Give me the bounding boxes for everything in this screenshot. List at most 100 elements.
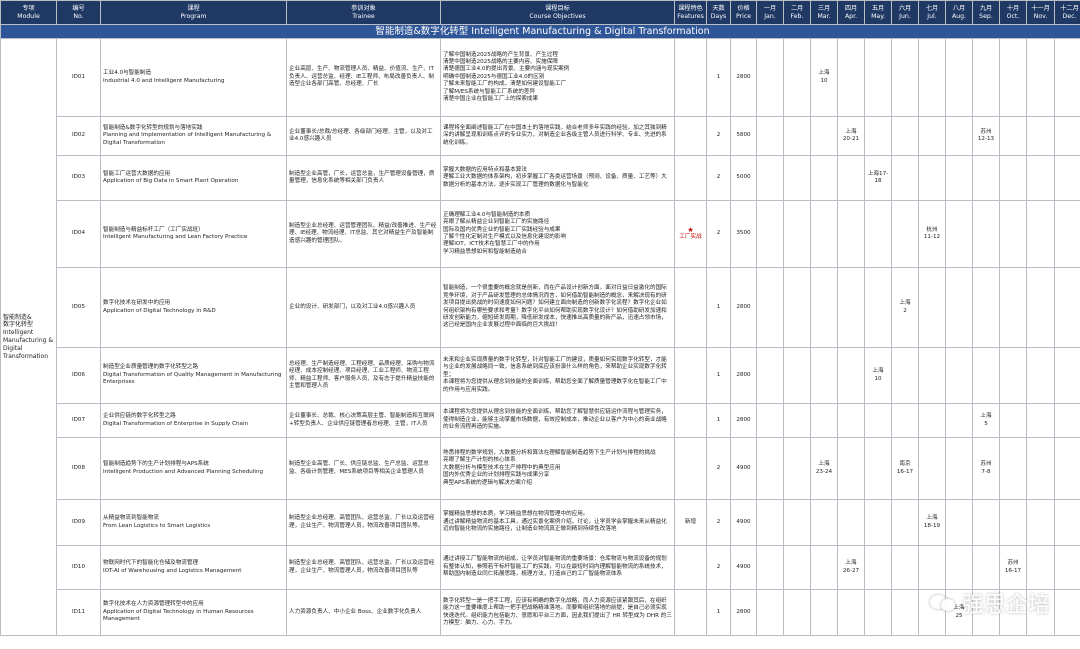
calendar-cell-jun [891, 545, 919, 590]
column-header-zh: 十月 [1006, 4, 1020, 12]
calendar-cell-feb [783, 403, 811, 438]
calendar-cell-jun [891, 116, 919, 156]
table-row: ID07 企业供应链的数字化转型之路 Digital Transformation … [1, 403, 1080, 438]
course-trainee: 制造型企业高管、厂长、供应链总监、生产总监、运营总监、各级计划管理、MES系统项… [286, 437, 441, 500]
program-name-en: Intelligent Production and Advanced Plan… [103, 468, 264, 475]
calendar-cell-nov [1026, 200, 1055, 268]
program-name-zh: 数字化技术在研发中的应用 [103, 300, 171, 307]
calendar-cell-jun [891, 403, 919, 438]
column-header: 编号 No. [56, 0, 101, 25]
objective-line: 数字化转型一是一把手工程，应该有明确的数字化战略，而人力资源应该紧跟其后，在组织… [443, 597, 672, 626]
table-row: ID03 智能工厂运营大数据的应用 Application of Big Data … [1, 155, 1080, 201]
calendar-cell-apr [837, 38, 865, 117]
session-city: 上海 [872, 368, 884, 375]
calendar-cell-apr [837, 437, 865, 500]
calendar-cell-jun [891, 38, 919, 117]
calendar-cell-dec [1054, 155, 1080, 201]
objective-line: 清楚中国企业在智能工厂上的探索成果 [443, 96, 539, 103]
program-name-zh: 工业4.0与智能制造 [103, 70, 152, 77]
column-header-zh: 八月 [952, 4, 966, 12]
column-header: 八月 Aug. [945, 0, 973, 25]
calendar-cell-mar [810, 545, 838, 590]
calendar-cell-dec [1054, 116, 1080, 156]
calendar-cell-sep: 上海 5 [972, 403, 1000, 438]
calendar-cell-jun [891, 200, 919, 268]
course-feature: ★ 工厂实战 [674, 200, 707, 268]
calendar-cell-oct [999, 267, 1027, 348]
program-name-zh: 智能制造与精益标杆工厂（工厂实战班） [103, 226, 204, 233]
course-trainee: 企业高层、生产、物流管理人员、精益、价值流、生产、IT负责人、运营总监、经理、I… [286, 38, 441, 117]
calendar-cell-jun: 上海 2 [891, 267, 919, 348]
session-city: 杭州 [926, 226, 938, 233]
course-price: 4900 [730, 499, 757, 546]
calendar-cell-apr: 上海 20-21 [837, 116, 865, 156]
calendar-cell-apr [837, 499, 865, 546]
calendar-cell-nov [1026, 499, 1055, 546]
table-row: ID05 数字化技术在研发中的应用 Application of Digital T… [1, 267, 1080, 348]
calendar-cell-apr [837, 200, 865, 268]
program-name-zh: 数字化技术在人力资源管理转型中的应用 [103, 601, 204, 608]
calendar-cell-nov [1026, 545, 1055, 590]
calendar-cell-aug [945, 437, 973, 500]
course-feature: 新增 [674, 499, 707, 546]
course-id: ID06 [56, 347, 101, 404]
calendar-cell-sep [972, 545, 1000, 590]
course-id: ID04 [56, 200, 101, 268]
objective-line: 本课程将为您提供从理念到技能的全面训练，帮助您了解智慧供应链运作流程与管理实务，… [443, 409, 667, 431]
program-name-en: Digital Transformation of Quality Manage… [103, 371, 282, 386]
column-header: 十月 Oct. [999, 0, 1027, 25]
session-city: 上海17- [867, 170, 889, 177]
objective-line: 亮眼了解从精益企业到智能工厂的实施路径 [443, 219, 550, 226]
table-row: ID11 数字化技术在人力资源管理转型中的应用 Application of Dig… [1, 589, 1080, 636]
course-price: 3500 [730, 200, 757, 268]
course-feature [674, 403, 707, 438]
course-days: 1 [706, 38, 731, 117]
calendar-cell-jun [891, 347, 919, 404]
course-price: 2800 [730, 347, 757, 404]
objective-line: 学习精益思想如何和智能制造结合 [443, 248, 527, 255]
column-header-en: Program [180, 12, 207, 20]
calendar-cell-feb [783, 38, 811, 117]
objective-line: 国内外优秀企业的计划排程实践与成果分享 [443, 472, 550, 479]
calendar-cell-jun: 南京 16-17 [891, 437, 919, 500]
calendar-cell-mar [810, 155, 838, 201]
column-header-zh: 十一月 [1031, 4, 1050, 12]
calendar-cell-jul [918, 116, 946, 156]
session-date: 12-13 [977, 136, 995, 142]
calendar-cell-jul: 杭州 11-12 [918, 200, 946, 268]
course-objectives: 智能制造，一个很重要的概念就是创新，而在产品设计创新方面，面对日益日益激化的国际… [440, 267, 675, 348]
course-feature [674, 267, 707, 348]
calendar-cell-aug [945, 347, 973, 404]
column-header-zh: 课程特色 [678, 4, 703, 12]
calendar-cell-jul [918, 38, 946, 117]
session-city: 上海 [845, 128, 857, 135]
section-banner: 智能制造&数字化转型 Intelligent Manufacturing & D… [0, 24, 1080, 39]
calendar-cell-oct [999, 200, 1027, 268]
course-price: 4900 [730, 545, 757, 590]
course-trainee: 制造型企业高管，厂长，运营总监，生产管理设备管理，质量管理，信息化系统等相关部门… [286, 155, 441, 201]
calendar-cell-oct [999, 499, 1027, 546]
session-city: 上海 [926, 515, 938, 522]
column-header-en: Jan. [764, 12, 776, 20]
column-header: 十二月 Dec. [1054, 0, 1080, 25]
calendar-cell-sep [972, 499, 1000, 546]
table-row: 智能制造& 数字化转型 Intelligent Manufacturing & Digi… [0, 38, 1080, 636]
calendar-cell-jan [756, 116, 784, 156]
calendar-cell-feb [783, 545, 811, 590]
course-days: 1 [706, 347, 731, 404]
course-days: 2 [706, 545, 731, 590]
calendar-cell-jan [756, 200, 784, 268]
column-header-en: Module [17, 12, 40, 20]
course-days: 2 [706, 437, 731, 500]
column-header: 课程目标 Course Objectives [440, 0, 675, 25]
watermark: 强思企培 [929, 587, 1050, 619]
calendar-cell-may [864, 499, 892, 546]
calendar-cell-sep [972, 38, 1000, 117]
column-header-zh: 课程目标 [545, 4, 570, 12]
calendar-cell-dec [1054, 38, 1080, 117]
column-header: 四月 Apr. [837, 0, 865, 25]
column-header-zh: 一月 [763, 4, 777, 12]
course-price: 2800 [730, 589, 757, 636]
course-days: 1 [706, 589, 731, 636]
calendar-cell-jul [918, 267, 946, 348]
